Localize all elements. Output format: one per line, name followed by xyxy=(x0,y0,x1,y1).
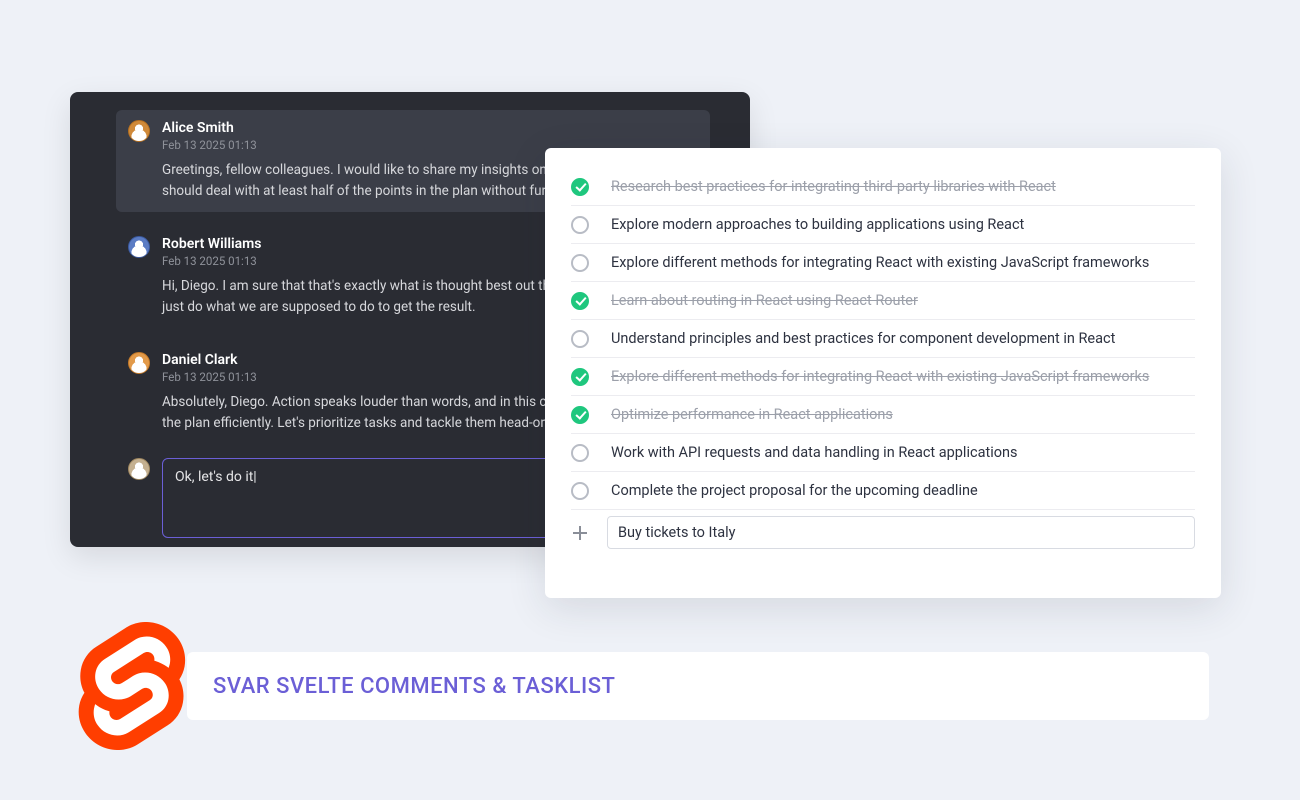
new-task-input[interactable] xyxy=(607,516,1195,549)
task-panel: Research best practices for integrating … xyxy=(545,148,1221,598)
task-text: Research best practices for integrating … xyxy=(611,178,1056,195)
task-row: Understand principles and best practices… xyxy=(571,320,1195,358)
task-text: Optimize performance in React applicatio… xyxy=(611,406,893,423)
task-checkbox[interactable] xyxy=(571,482,589,500)
task-text: Explore modern approaches to building ap… xyxy=(611,216,1024,233)
banner: SVAR SVELTE COMMENTS & TASKLIST xyxy=(187,652,1209,720)
comment-author: Alice Smith xyxy=(162,120,698,136)
task-row: Optimize performance in React applicatio… xyxy=(571,396,1195,434)
task-checkbox[interactable] xyxy=(571,330,589,348)
task-row: Explore different methods for integratin… xyxy=(571,244,1195,282)
task-row: Work with API requests and data handling… xyxy=(571,434,1195,472)
task-checkbox[interactable] xyxy=(571,444,589,462)
task-row: Explore modern approaches to building ap… xyxy=(571,206,1195,244)
task-row: Explore different methods for integratin… xyxy=(571,358,1195,396)
plus-icon[interactable] xyxy=(571,524,589,542)
avatar xyxy=(128,458,150,480)
task-text: Explore different methods for integratin… xyxy=(611,368,1149,385)
task-text: Explore different methods for integratin… xyxy=(611,254,1149,271)
task-text: Work with API requests and data handling… xyxy=(611,444,1018,461)
task-checkbox[interactable] xyxy=(571,254,589,272)
task-checkbox[interactable] xyxy=(571,292,589,310)
task-checkbox[interactable] xyxy=(571,406,589,424)
avatar xyxy=(128,352,150,374)
avatar xyxy=(128,236,150,258)
task-checkbox[interactable] xyxy=(571,178,589,196)
task-checkbox[interactable] xyxy=(571,216,589,234)
task-row: Complete the project proposal for the up… xyxy=(571,472,1195,510)
svelte-logo-icon xyxy=(78,622,186,750)
task-checkbox[interactable] xyxy=(571,368,589,386)
task-row: Research best practices for integrating … xyxy=(571,168,1195,206)
task-text: Learn about routing in React using React… xyxy=(611,292,918,309)
task-row: Learn about routing in React using React… xyxy=(571,282,1195,320)
task-text: Complete the project proposal for the up… xyxy=(611,482,978,499)
banner-title: SVAR SVELTE COMMENTS & TASKLIST xyxy=(213,674,615,699)
avatar xyxy=(128,120,150,142)
add-task-row xyxy=(571,516,1195,549)
task-text: Understand principles and best practices… xyxy=(611,330,1115,347)
